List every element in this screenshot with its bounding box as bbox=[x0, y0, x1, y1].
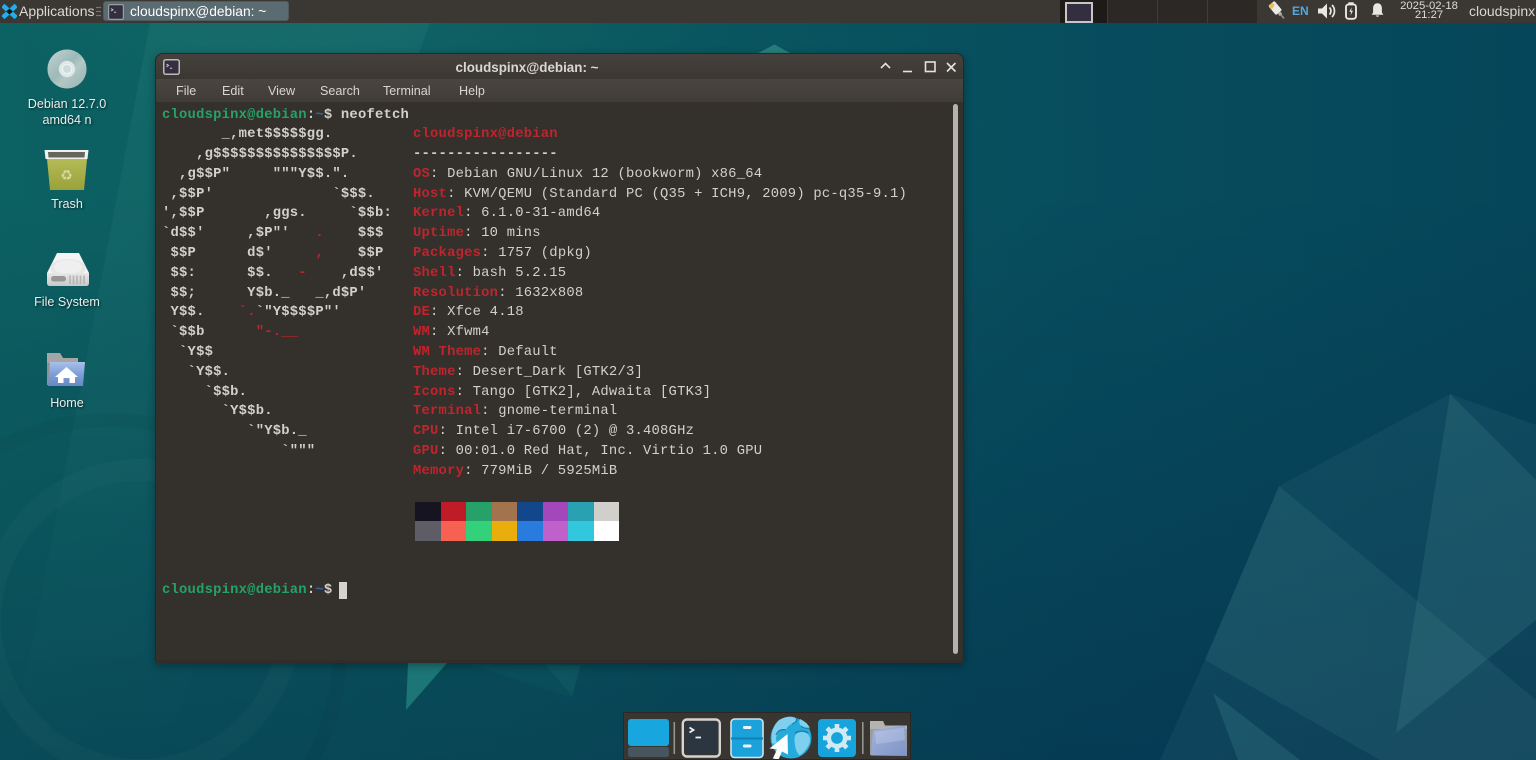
svg-text:♻: ♻ bbox=[60, 167, 73, 183]
